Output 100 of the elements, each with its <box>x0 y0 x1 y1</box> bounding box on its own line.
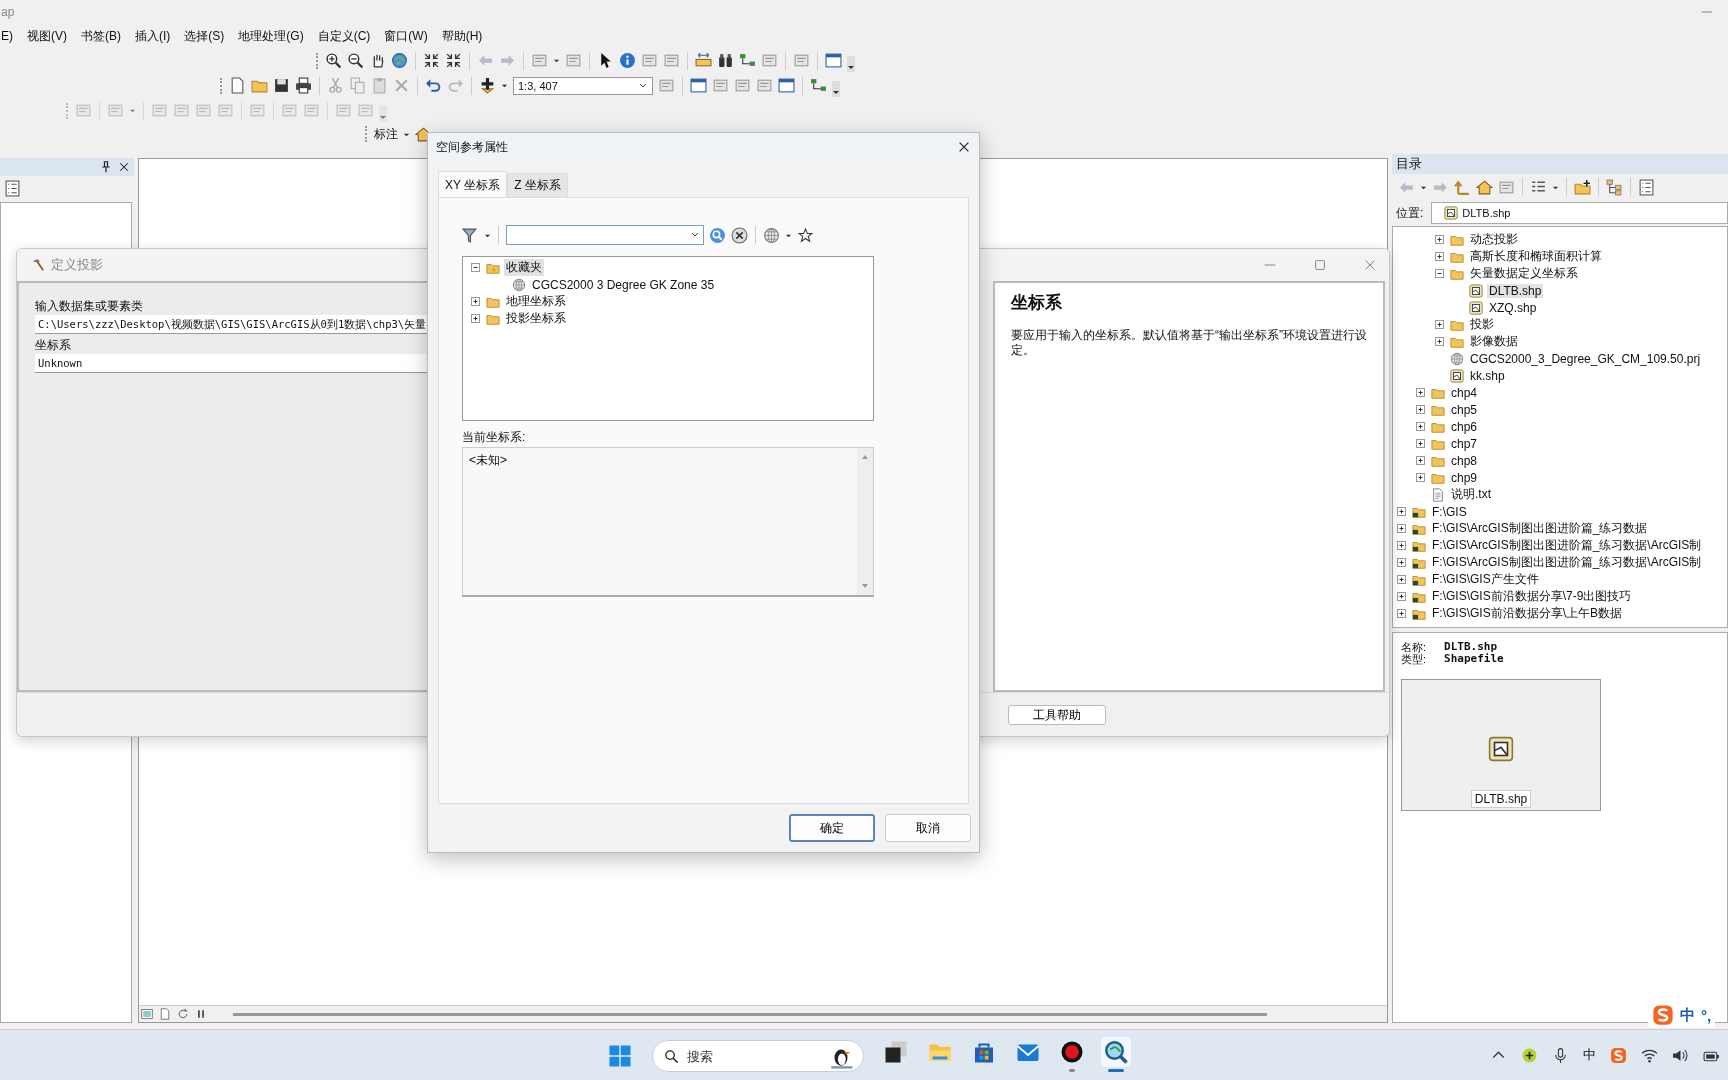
undo-icon[interactable] <box>425 77 442 94</box>
globe-magnifier-icon[interactable] <box>1101 1037 1131 1067</box>
menu-item[interactable]: 帮助(H) <box>441 27 483 45</box>
window-icon[interactable] <box>690 77 707 94</box>
page-icon[interactable] <box>229 77 246 94</box>
list-icon[interactable] <box>4 179 21 197</box>
microphone-icon[interactable] <box>1552 1046 1569 1064</box>
overflow-icon[interactable] <box>832 80 840 98</box>
refresh-icon[interactable] <box>177 1008 189 1020</box>
start-icon[interactable] <box>608 1044 632 1068</box>
list-icon[interactable] <box>1638 178 1655 196</box>
search-icon[interactable] <box>709 226 726 244</box>
close-icon[interactable] <box>118 161 130 173</box>
expand-toggle[interactable] <box>1397 592 1406 601</box>
data-view-icon[interactable] <box>141 1008 153 1020</box>
tree-item[interactable]: 投影 <box>1468 316 1496 333</box>
collapse-toggle[interactable] <box>1435 269 1444 278</box>
tree-item[interactable]: F:\GIS\ArcGIS制图出图进阶篇_练习数据\ArcGIS制 <box>1430 537 1704 554</box>
expand-toggle[interactable] <box>1416 473 1425 482</box>
input-method-icon[interactable] <box>1652 1004 1674 1026</box>
tree-item[interactable]: 地理坐标系 <box>504 293 568 310</box>
star-icon[interactable] <box>797 226 814 244</box>
menu-item[interactable]: 选择(S) <box>184 27 225 45</box>
binoculars-icon[interactable] <box>717 52 734 69</box>
up-icon[interactable] <box>1454 178 1471 196</box>
input-mode-toggle[interactable]: 中 <box>1680 1005 1695 1025</box>
tree-item[interactable]: XZQ.shp <box>1487 300 1539 315</box>
store-icon[interactable] <box>972 1040 996 1064</box>
home-icon[interactable] <box>1476 178 1493 196</box>
expand-toggle[interactable] <box>471 297 480 306</box>
tree-item[interactable]: F:\GIS\ArcGIS制图出图进阶篇_练习数据\ArcGIS制 <box>1430 554 1704 571</box>
tree-item[interactable]: chp8 <box>1449 453 1480 468</box>
zoom-extent-icon[interactable] <box>423 52 440 69</box>
expand-toggle[interactable] <box>1416 388 1425 397</box>
close-icon[interactable] <box>957 140 971 154</box>
tree-item[interactable]: F:\GIS\ArcGIS制图出图进阶篇_练习数据 <box>1430 520 1650 537</box>
tree-item[interactable]: CGCS2000_3_Degree_GK_CM_109.50.prj <box>1468 351 1703 366</box>
layout-view-icon[interactable] <box>159 1008 171 1020</box>
expand-toggle[interactable] <box>1435 252 1444 261</box>
tree-item[interactable]: 矢量数据定义坐标系 <box>1468 265 1580 282</box>
ruler-icon[interactable] <box>695 52 712 69</box>
tree-item[interactable]: F:\GIS\GIS前沿数据分享\上午B数据 <box>1430 605 1624 622</box>
menu-item[interactable]: 插入(I) <box>135 27 171 45</box>
filter-icon[interactable] <box>462 226 479 244</box>
expand-toggle[interactable] <box>1397 524 1406 533</box>
tree-item[interactable]: F:\GIS\GIS产生文件 <box>1430 571 1541 588</box>
caret-icon[interactable] <box>553 57 560 64</box>
tree-item[interactable]: chp9 <box>1449 470 1480 485</box>
pause-icon[interactable] <box>195 1008 207 1020</box>
tree-item[interactable]: 说明.txt <box>1449 486 1493 503</box>
printer-icon[interactable] <box>295 77 312 94</box>
clipboard-icon[interactable] <box>371 77 388 94</box>
tree-view-icon[interactable] <box>1606 178 1623 196</box>
expand-toggle[interactable] <box>1397 507 1406 516</box>
expand-toggle[interactable] <box>471 314 480 323</box>
location-field[interactable]: DLTB.shp <box>1431 202 1728 224</box>
ok-button[interactable]: 确定 <box>789 814 875 842</box>
expand-toggle[interactable] <box>1416 456 1425 465</box>
plus-icon[interactable] <box>1521 1046 1538 1064</box>
search-field[interactable]: 搜索 <box>652 1040 864 1072</box>
tree-item[interactable]: 高斯长度和椭球面积计算 <box>1468 248 1604 265</box>
globe-icon[interactable] <box>391 52 408 69</box>
pin-icon[interactable] <box>100 161 112 173</box>
text-area[interactable]: <未知> <box>462 447 874 597</box>
punctuation-toggle[interactable]: °, <box>1701 1006 1712 1024</box>
expand-toggle[interactable] <box>1435 320 1444 329</box>
caret-icon[interactable] <box>501 82 508 89</box>
nodes-icon[interactable] <box>810 77 827 94</box>
tree-item[interactable]: 动态投影 <box>1468 231 1520 248</box>
expand-toggle[interactable] <box>1435 337 1444 346</box>
expand-toggle[interactable] <box>1416 405 1425 414</box>
collapse-toggle[interactable] <box>471 263 480 272</box>
plus-icon[interactable] <box>479 77 496 94</box>
window-icon[interactable] <box>825 52 842 69</box>
zoom-extent-icon[interactable] <box>445 52 462 69</box>
overflow-icon[interactable] <box>847 55 855 73</box>
tree-item[interactable]: kk.shp <box>1468 368 1507 383</box>
input-mode-indicator[interactable]: 中 <box>1583 1046 1596 1064</box>
expand-toggle[interactable] <box>1397 609 1406 618</box>
cancel-button[interactable]: 取消 <box>885 814 971 842</box>
menu-item[interactable]: 视图(V) <box>27 27 67 45</box>
zoom-out-icon[interactable] <box>347 52 364 69</box>
info-icon[interactable] <box>619 52 636 69</box>
expand-toggle[interactable] <box>1397 558 1406 567</box>
record-icon[interactable] <box>1060 1040 1084 1064</box>
expand-toggle[interactable] <box>1435 235 1444 244</box>
menu-item[interactable]: 书签(B) <box>81 27 121 45</box>
tree-item[interactable]: CGCS2000 3 Degree GK Zone 35 <box>530 277 717 292</box>
input-method-icon[interactable] <box>1610 1046 1627 1064</box>
menu-item[interactable]: 地理处理(G) <box>238 27 304 45</box>
tree-item[interactable]: 收藏夹 <box>504 259 544 276</box>
expand-toggle[interactable] <box>1397 575 1406 584</box>
expand-toggle[interactable] <box>1416 439 1425 448</box>
tab[interactable]: XY 坐标系 <box>438 171 508 197</box>
labeling-menu[interactable]: 标注 <box>374 125 398 143</box>
tree-item[interactable]: DLTB.shp <box>1487 283 1544 298</box>
maximize-icon[interactable] <box>1313 258 1327 272</box>
tree-item[interactable]: chp4 <box>1449 385 1480 400</box>
tab[interactable]: Z 坐标系 <box>507 173 568 197</box>
tree-item[interactable]: F:\GIS\GIS前沿数据分享\7-9出图技巧 <box>1430 588 1634 605</box>
